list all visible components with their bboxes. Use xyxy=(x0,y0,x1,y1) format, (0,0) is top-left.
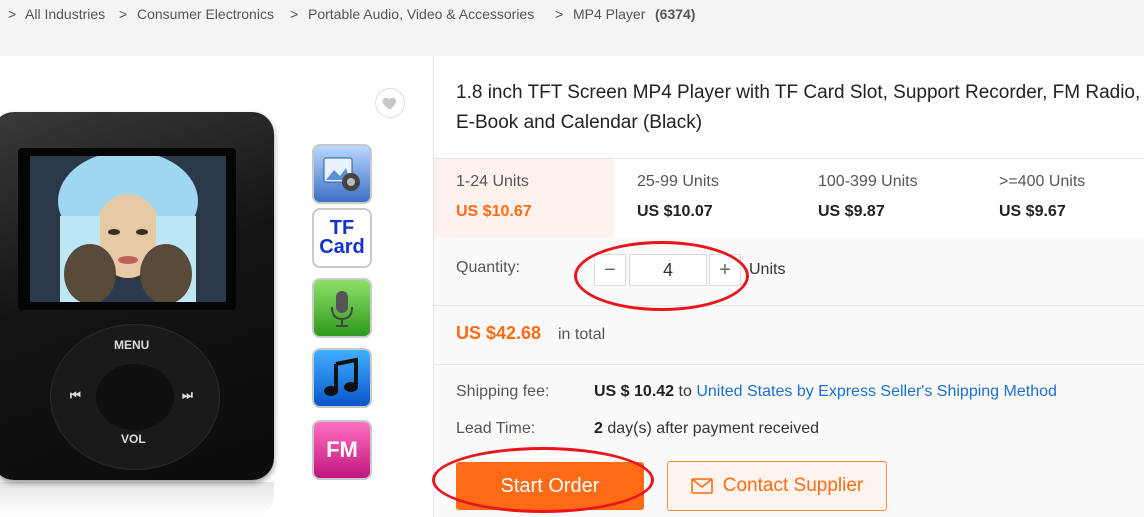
product-detail-panel: 1.8 inch TFT Screen MP4 Player with TF C… xyxy=(434,56,1144,517)
price-tier-price: US $9.87 xyxy=(818,203,885,220)
breadcrumb-mp4-player[interactable]: MP4 Player xyxy=(573,6,645,22)
total-amount: US $42.68 xyxy=(456,323,542,343)
previous-track-icon: ⏮ xyxy=(70,388,81,402)
shipping-method-link[interactable]: United States by Express Seller's Shippi… xyxy=(696,383,1057,400)
menu-label: MENU xyxy=(114,338,150,352)
envelope-icon xyxy=(690,478,713,494)
price-tier-1: 1-24 Units US $10.67 xyxy=(434,159,614,237)
breadcrumb-sep: > xyxy=(290,6,299,22)
price-tier-3: 100-399 Units US $9.87 xyxy=(796,159,976,237)
player-click-wheel: MENU VOL ⏮ ⏭ xyxy=(50,324,220,470)
price-tier-price: US $10.67 xyxy=(456,203,532,220)
breadcrumb: > All Industries > Consumer Electronics … xyxy=(0,0,1144,56)
contact-supplier-button[interactable]: Contact Supplier xyxy=(667,461,887,511)
start-order-button[interactable]: Start Order xyxy=(456,462,644,510)
price-tier-units: 100-399 Units xyxy=(818,173,918,190)
shipping-fee-value: US $ 10.42 to United States by Express S… xyxy=(594,383,1057,401)
player-screen-bezel xyxy=(18,148,236,310)
lead-time-value: 2 day(s) after payment received xyxy=(594,420,819,438)
microphone-icon xyxy=(312,278,372,338)
tf-card-icon: TF Card xyxy=(312,208,372,268)
breadcrumb-all-industries[interactable]: All Industries xyxy=(25,6,105,22)
price-tiers: 1-24 Units US $10.67 25-99 Units US $10.… xyxy=(434,158,1144,238)
breadcrumb-consumer-electronics[interactable]: Consumer Electronics xyxy=(137,6,274,22)
product-reflection xyxy=(0,482,274,517)
quantity-unit: Units xyxy=(749,261,786,278)
fm-radio-icon: FM xyxy=(312,420,372,480)
shipping-info: Shipping fee: US $ 10.42 to United State… xyxy=(434,365,1144,517)
breadcrumb-portable-audio[interactable]: Portable Audio, Video & Accessories xyxy=(308,6,534,22)
contact-supplier-label: Contact Supplier xyxy=(722,475,864,496)
quantity-decrement-button[interactable]: − xyxy=(594,254,626,286)
price-tier-price: US $9.67 xyxy=(999,203,1066,220)
breadcrumb-sep: > xyxy=(119,6,128,22)
lead-time-suffix: day(s) after payment received xyxy=(607,420,820,437)
player-screen-image xyxy=(30,156,226,302)
next-track-icon: ⏭ xyxy=(182,388,193,402)
quantity-input[interactable]: 4 xyxy=(629,254,707,286)
price-tier-2: 25-99 Units US $10.07 xyxy=(615,159,795,237)
shipping-fee-label: Shipping fee: xyxy=(456,383,550,400)
total-suffix: in total xyxy=(558,326,606,343)
screen-photo xyxy=(30,156,226,302)
price-tier-units: 1-24 Units xyxy=(456,173,529,190)
tf-card-icon-line2: Card xyxy=(319,236,365,258)
shipping-to: to xyxy=(678,383,692,400)
lead-time-label: Lead Time: xyxy=(456,420,536,437)
photo-icon xyxy=(312,144,372,204)
vol-label: VOL xyxy=(121,432,146,446)
price-tier-4: >=400 Units US $9.67 xyxy=(977,159,1144,237)
lead-time-days: 2 xyxy=(594,420,603,437)
price-tier-units: >=400 Units xyxy=(999,173,1086,190)
quantity-label: Quantity: xyxy=(456,259,521,276)
breadcrumb-count: (6374) xyxy=(655,6,696,22)
music-note-icon xyxy=(312,348,372,408)
heart-icon xyxy=(382,97,397,110)
breadcrumb-sep: > xyxy=(555,6,564,22)
total-row: US $42.68 in total xyxy=(434,306,1144,365)
price-tier-units: 25-99 Units xyxy=(637,173,719,190)
breadcrumb-sep: > xyxy=(8,6,17,22)
price-tier-price: US $10.07 xyxy=(637,203,713,220)
quantity-row: Quantity: − 4 + Units xyxy=(434,237,1144,306)
shipping-fee-amount: US $ 10.42 xyxy=(594,383,675,400)
favorite-heart-button[interactable] xyxy=(375,88,405,118)
click-wheel-center xyxy=(96,364,174,430)
product-title: 1.8 inch TFT Screen MP4 Player with TF C… xyxy=(456,82,1141,133)
product-image[interactable]: MENU VOL ⏮ ⏭ xyxy=(0,112,274,480)
quantity-increment-button[interactable]: + xyxy=(709,254,741,286)
